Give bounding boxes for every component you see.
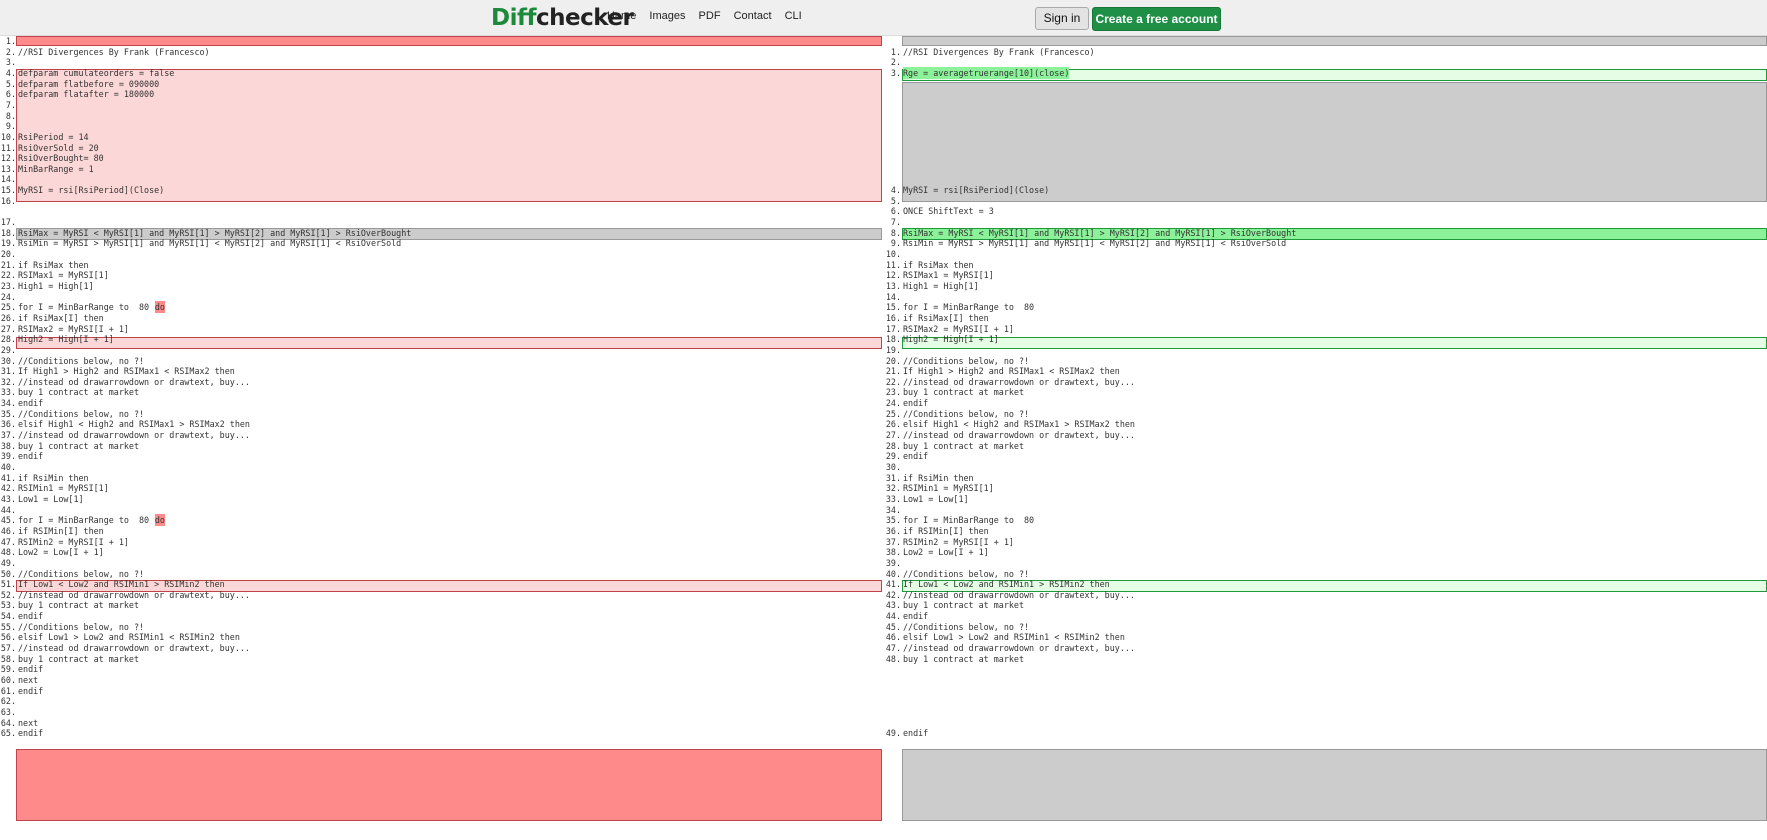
line-text: endif <box>903 728 929 739</box>
sign-in-button[interactable]: Sign in <box>1035 7 1089 30</box>
original-text-pane: 1. 2.//RSI Divergences By Frank (Francesc… <box>0 35 884 840</box>
nav-images-link[interactable]: Images <box>649 10 685 22</box>
empty-placeholder-block <box>902 749 1767 821</box>
nav-home-link[interactable]: Home <box>607 10 636 22</box>
removed-block <box>16 749 882 821</box>
line-number: 49. <box>885 728 901 739</box>
create-account-button[interactable]: Create a free account <box>1092 7 1221 31</box>
top-bar: Diffchecker Home Images PDF Contact CLI … <box>0 0 1767 36</box>
line-text: endif <box>18 728 44 739</box>
main-nav: Home Images PDF Contact CLI <box>607 10 812 22</box>
code-line: 65. endif <box>0 727 884 739</box>
nav-pdf-link[interactable]: PDF <box>699 10 721 22</box>
changed-text-pane: 1.//RSI Divergences By Frank (Francesco)… <box>885 35 1767 840</box>
nav-contact-link[interactable]: Contact <box>734 10 772 22</box>
code-line: 49. endif <box>885 727 1767 739</box>
line-number: 65. <box>0 728 16 739</box>
logo-diff-text: Diff <box>491 5 537 31</box>
nav-cli-link[interactable]: CLI <box>785 10 802 22</box>
